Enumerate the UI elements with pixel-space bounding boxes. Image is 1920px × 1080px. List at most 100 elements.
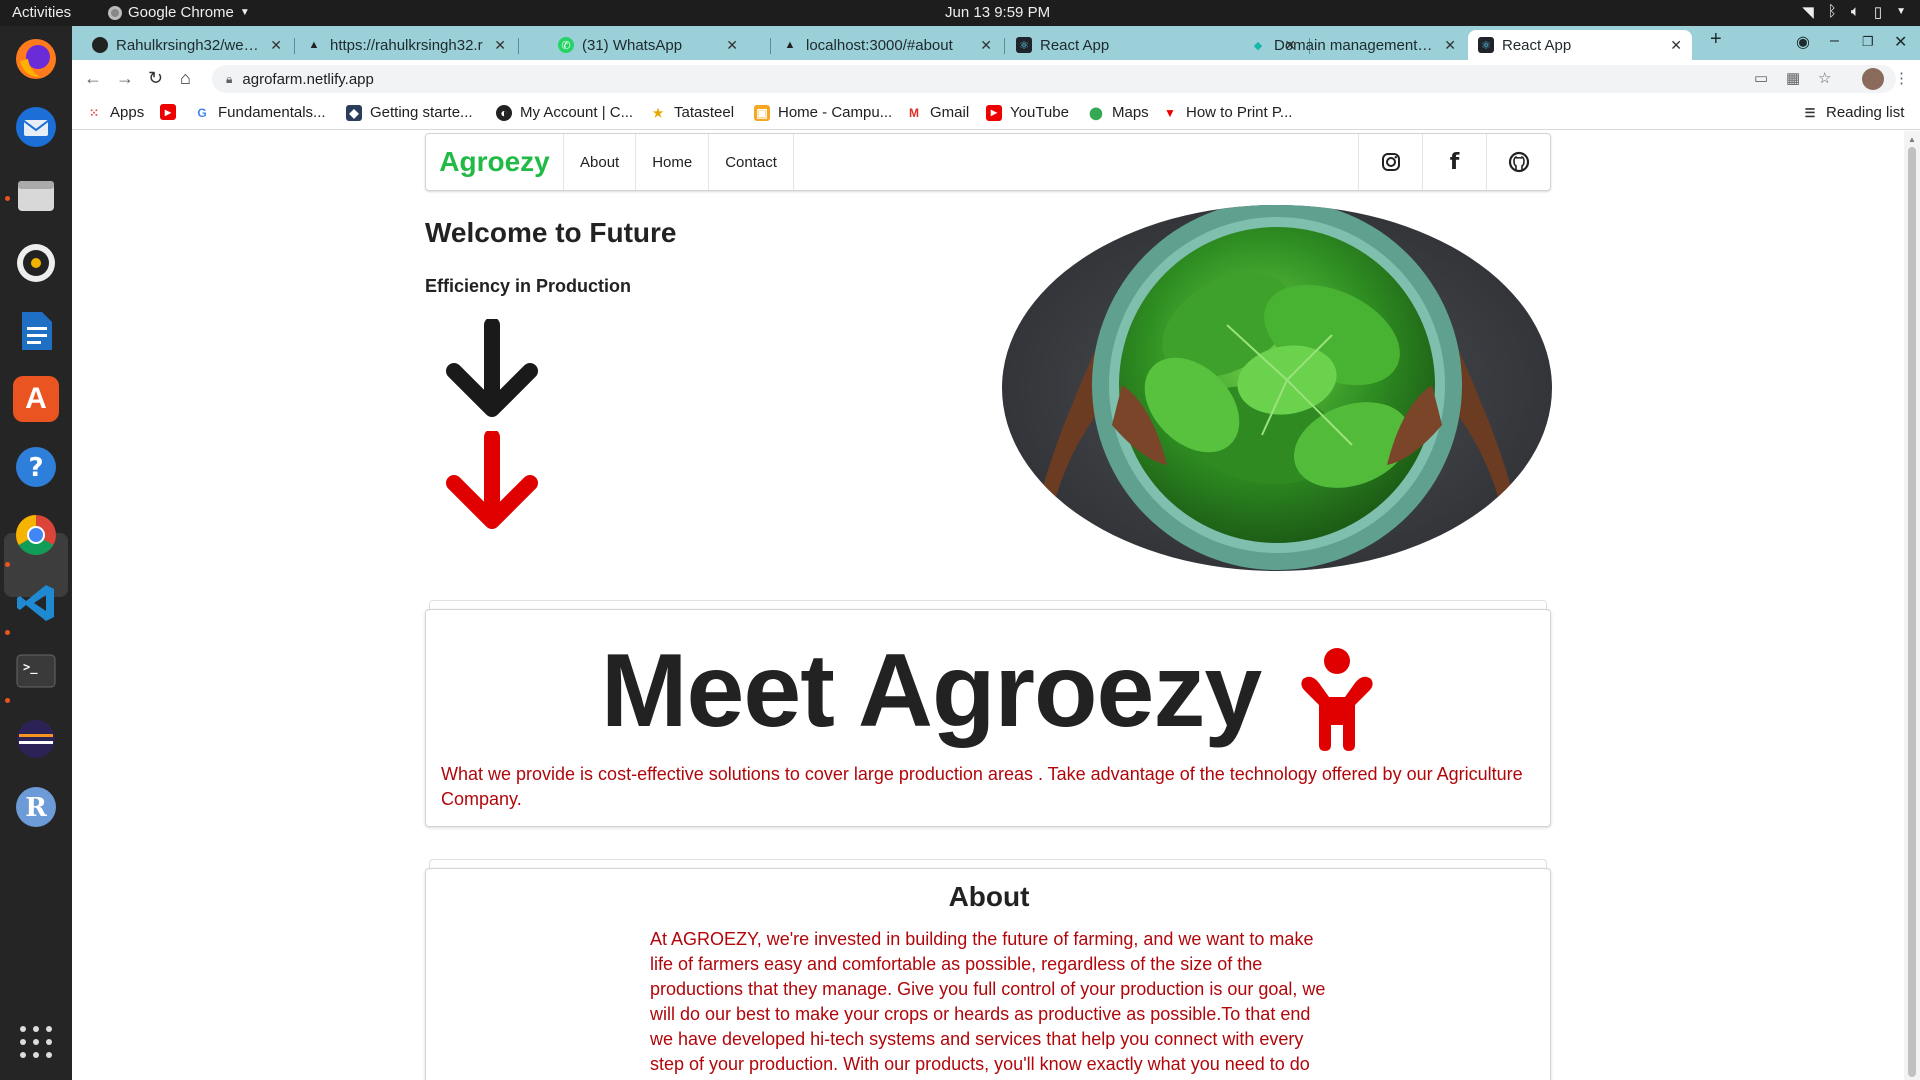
cast-icon[interactable]: ▭ <box>1754 69 1768 87</box>
tab-netlify-url[interactable]: ▲ https://rahulkrsingh32.r ✕ <box>296 30 516 60</box>
about-text: At AGROEZY, we're invested in building t… <box>650 929 1326 1080</box>
svg-text:>_: >_ <box>23 660 38 675</box>
site-brand[interactable]: Agroezy <box>426 134 564 190</box>
github-icon[interactable] <box>1486 134 1550 190</box>
reading-list-button[interactable]: ☰ Reading list <box>1802 104 1905 121</box>
tab-whatsapp[interactable]: ✆ (31) WhatsApp ✕ <box>548 30 748 60</box>
qr-code-icon[interactable]: ▦ <box>1786 69 1800 87</box>
running-indicator <box>5 698 10 703</box>
bookmark-label: YouTube <box>1010 104 1069 121</box>
wifi-icon: ◥ <box>1802 4 1814 21</box>
address-bar[interactable]: 🔒︎ agrofarm.netlify.app <box>212 65 1896 93</box>
bookmark-how-to-print[interactable]: ▼ How to Print P... <box>1162 104 1292 121</box>
close-tab-icon[interactable]: ✕ <box>1444 37 1456 54</box>
bookmark-label: How to Print P... <box>1186 104 1293 121</box>
bookmark-fundamentals[interactable]: G Fundamentals... <box>194 104 325 121</box>
home-icon[interactable]: ⌂ <box>180 68 191 89</box>
bookmark-icon: ▣ <box>754 104 770 121</box>
youtube-icon: ▶ <box>160 104 176 120</box>
software-center-icon[interactable]: A <box>13 376 59 422</box>
show-applications-icon[interactable] <box>20 1026 52 1058</box>
scroll-thumb[interactable] <box>1908 147 1916 1077</box>
close-tab-icon[interactable]: ✕ <box>980 37 992 54</box>
new-tab-button[interactable]: + <box>1710 28 1722 51</box>
bookmark-getting-started[interactable]: ◆ Getting starte... <box>346 104 473 121</box>
arrow-down-black-icon <box>446 319 538 417</box>
bookmark-youtube-short[interactable]: ▶ <box>160 104 184 120</box>
forward-icon[interactable]: → <box>116 68 134 89</box>
writer-icon[interactable] <box>13 308 59 354</box>
tab-title: Domain management | S <box>1274 36 1437 54</box>
tab-separator <box>518 38 519 54</box>
close-tab-icon[interactable]: ✕ <box>270 37 282 54</box>
tab-github-website[interactable]: Rahulkrsingh32/website ✕ <box>82 30 292 60</box>
reload-icon[interactable]: ↻ <box>148 68 163 89</box>
scroll-up-icon[interactable]: ▲ <box>1908 135 1916 144</box>
chrome-icon <box>108 5 122 20</box>
bookmark-youtube[interactable]: ▶ YouTube <box>986 104 1069 121</box>
react-icon: ⚛ <box>1016 37 1032 53</box>
help-icon[interactable]: ? <box>13 444 59 490</box>
close-tab-icon[interactable]: ✕ <box>494 37 506 54</box>
about-section: About At AGROEZY, we're invested in buil… <box>425 859 1551 1080</box>
profile-avatar[interactable] <box>1862 68 1884 90</box>
thunderbird-icon[interactable] <box>13 104 59 150</box>
caret-down-icon: ▼ <box>239 7 250 18</box>
tab-react-app-active[interactable]: ⚛ React App ✕ <box>1468 30 1692 60</box>
bookmark-label: Getting starte... <box>370 104 473 121</box>
menu-dots-icon[interactable]: ⋮ <box>1894 69 1909 87</box>
close-window-icon[interactable]: ✕ <box>1894 32 1907 52</box>
facebook-icon[interactable]: f <box>1422 134 1486 190</box>
close-tab-icon[interactable]: ✕ <box>726 37 738 54</box>
vscode-icon[interactable] <box>13 580 59 626</box>
bookmark-gmail[interactable]: M Gmail <box>906 104 969 121</box>
bookmark-label: Home - Campu... <box>778 104 893 121</box>
bookmark-tatasteel[interactable]: ★ Tatasteel <box>650 104 734 121</box>
r-icon[interactable]: R <box>13 784 59 830</box>
back-icon[interactable]: ← <box>84 68 102 89</box>
tab-title: Rahulkrsingh32/website <box>116 36 263 54</box>
chrome-icon[interactable] <box>13 512 59 558</box>
bookmark-star-icon[interactable]: ☆ <box>1818 69 1831 87</box>
nav-contact[interactable]: Contact <box>709 134 794 190</box>
rhythmbox-icon[interactable] <box>13 240 59 286</box>
star-icon: ★ <box>652 105 664 120</box>
netlify-diamond-icon: ◆ <box>1253 39 1263 52</box>
clock[interactable]: Jun 13 9:59 PM <box>945 4 1050 21</box>
instagram-icon[interactable] <box>1358 134 1422 190</box>
bookmark-apps[interactable]: ⁙ Apps <box>86 104 144 121</box>
netlify-icon: ▲ <box>784 39 796 51</box>
bookmark-label: Maps <box>1112 104 1149 121</box>
navbar-spacer <box>794 134 1358 190</box>
page-scrollbar[interactable]: ▲ <box>1904 131 1920 1080</box>
system-tray[interactable]: ◥ ᛒ 🔈︎ ▯ ▼ <box>1802 3 1906 21</box>
tab-search-icon[interactable]: ◉ <box>1796 32 1810 52</box>
caret-down-icon: ▼ <box>1896 6 1906 17</box>
minimize-icon[interactable]: – <box>1830 32 1839 50</box>
nav-home[interactable]: Home <box>636 134 710 190</box>
maps-icon: ⬤ <box>1089 105 1103 120</box>
tab-title: https://rahulkrsingh32.r <box>330 36 483 54</box>
bookmark-label: Apps <box>110 104 145 121</box>
bookmark-home-campus[interactable]: ▣ Home - Campu... <box>754 104 892 121</box>
tab-title: (31) WhatsApp <box>582 36 683 54</box>
bookmark-maps[interactable]: ⬤ Maps <box>1088 104 1149 121</box>
tab-localhost-about[interactable]: ▲ localhost:3000/#about ✕ <box>772 30 1002 60</box>
app-name-label: Google Chrome <box>128 4 234 21</box>
app-menu[interactable]: Google Chrome ▼ <box>108 4 250 21</box>
tab-title: localhost:3000/#about <box>806 36 953 54</box>
eclipse-icon[interactable] <box>13 716 59 762</box>
bookmark-icon: ▼ <box>1164 105 1176 120</box>
tab-title: React App <box>1502 36 1572 54</box>
files-icon[interactable] <box>13 172 59 218</box>
tab-domain-management[interactable]: ◆ Domain management | S ✕ <box>1240 30 1466 60</box>
firefox-icon[interactable] <box>13 36 59 82</box>
bookmark-my-account[interactable]: ◐ My Account | C... <box>496 104 633 121</box>
terminal-icon[interactable]: >_ <box>13 648 59 694</box>
close-tab-icon[interactable]: ✕ <box>1670 37 1682 54</box>
bookmark-icon: ◐ <box>496 104 512 121</box>
restore-icon[interactable]: ❐ <box>1862 34 1874 50</box>
running-indicator <box>5 562 10 567</box>
activities-button[interactable]: Activities <box>12 4 71 21</box>
nav-about[interactable]: About <box>564 134 637 190</box>
